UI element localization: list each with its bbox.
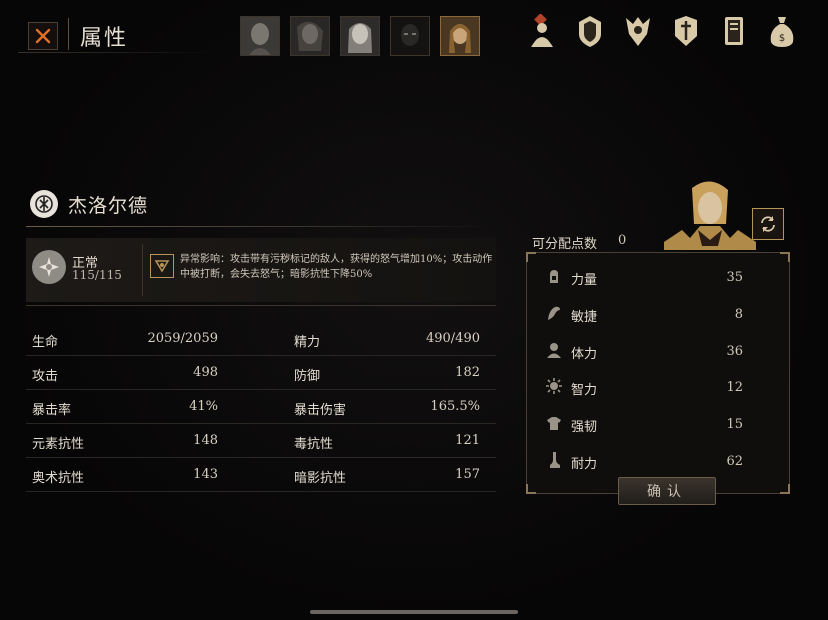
bag-icon[interactable]: $ [764,10,800,52]
free-points-label: 可分配点数 [532,237,598,252]
status-effect-text: 异常影响：攻击带有污秽标记的敌人，获得的怒气增加10%；攻击动作中被打断，会失去… [180,254,493,280]
stat-label: 防御 [294,369,321,384]
character-header: 杰洛尔德 [30,190,148,218]
attribute-row-agility: 敏捷 8 [541,298,773,330]
attribute-label: 体力 [571,347,598,362]
status-bottom-line [26,305,496,306]
top-menu: $ [524,10,800,52]
attribute-row-vitality: 体力 36 [541,335,773,367]
attribute-value: 35 [726,270,743,285]
strength-icon [550,270,558,283]
attribute-label: 智力 [571,383,598,398]
armor-icon[interactable] [668,10,704,52]
svg-text:$: $ [779,33,785,44]
stat-label: 暴击伤害 [294,403,347,418]
character-icon[interactable] [524,10,560,52]
close-icon [35,28,51,44]
party-portraits [240,16,480,56]
agility-icon [548,306,560,320]
effect-icon [150,254,174,278]
attribute-label: 耐力 [571,457,598,472]
home-indicator[interactable] [310,610,518,614]
stat-value: 148 [193,433,218,448]
attribute-label: 敏捷 [571,310,598,325]
stat-label: 攻击 [32,369,59,384]
status-divider [142,244,143,296]
title-divider [68,18,69,50]
status-normal-icon [32,250,66,284]
attribute-value: 36 [726,344,743,359]
attribute-panel: 力量 35 敏捷 8 体力 36 智力 12 强韧 15 耐力 62 [526,252,790,494]
stamina-icon [550,452,560,468]
stat-value: 182 [455,365,480,380]
stat-row: 暴击率 41% 暴击伤害 165.5% [26,390,496,424]
stat-label: 奥术抗性 [32,471,85,486]
stat-value: 41% [189,399,218,414]
hero-portrait [660,180,760,250]
portrait-2[interactable] [290,16,330,56]
attribute-value: 15 [726,417,743,432]
free-points-value: 0 [618,233,627,248]
stat-label: 精力 [294,335,321,350]
stat-row: 奥术抗性 143 暗影抗性 157 [26,458,496,492]
confirm-button[interactable]: 确认 [618,477,716,505]
stat-value: 143 [193,467,218,482]
stat-label: 毒抗性 [294,437,334,452]
panel-corner [526,252,536,262]
stat-row: 攻击 498 防御 182 [26,356,496,390]
attribute-value: 8 [734,307,743,322]
attribute-row-toughness: 强韧 15 [541,408,773,440]
stat-label: 元素抗性 [32,437,85,452]
status-value: 115/115 [72,268,122,282]
attribute-value: 12 [726,380,743,395]
crest-icon[interactable] [620,10,656,52]
name-divider [26,226,496,227]
page-title: 属性 [80,26,129,51]
vitality-icon [547,343,561,358]
portrait-5-active[interactable] [440,16,480,56]
attribute-row-intelligence: 智力 12 [541,371,773,403]
stats-table: 生命 2059/2059 精力 490/490 攻击 498 防御 182 暴击… [26,322,496,492]
stat-value: 121 [455,433,480,448]
stat-value: 490/490 [425,331,480,346]
book-icon[interactable] [716,10,752,52]
stat-value: 498 [193,365,218,380]
refresh-icon [761,216,775,232]
stat-value: 157 [455,467,480,482]
header-underline [18,52,218,53]
shield-icon[interactable] [572,10,608,52]
panel-corner [780,484,790,494]
stat-label: 暴击率 [32,403,72,418]
stat-label: 生命 [32,335,59,350]
attribute-value: 62 [726,454,743,469]
intelligence-icon [546,378,562,394]
reset-points-button[interactable] [752,208,784,240]
attribute-row-stamina: 耐力 62 [541,445,773,477]
stat-value: 165.5% [430,399,480,414]
status-panel: 正常 115/115 异常影响：攻击带有污秽标记的敌人，获得的怒气增加10%；攻… [26,238,496,302]
class-emblem-icon [30,190,58,218]
portrait-3[interactable] [340,16,380,56]
attribute-label: 强韧 [571,420,598,435]
toughness-icon [547,417,561,430]
panel-corner [526,484,536,494]
stat-label: 暗影抗性 [294,471,347,486]
stat-row: 生命 2059/2059 精力 490/490 [26,322,496,356]
panel-corner [780,252,790,262]
attribute-label: 力量 [571,273,598,288]
stat-row: 元素抗性 148 毒抗性 121 [26,424,496,458]
close-button[interactable] [28,22,58,50]
portrait-1[interactable] [240,16,280,56]
character-name: 杰洛尔德 [68,194,149,217]
attribute-row-strength: 力量 35 [541,261,773,293]
stat-value: 2059/2059 [147,331,218,346]
portrait-4[interactable] [390,16,430,56]
